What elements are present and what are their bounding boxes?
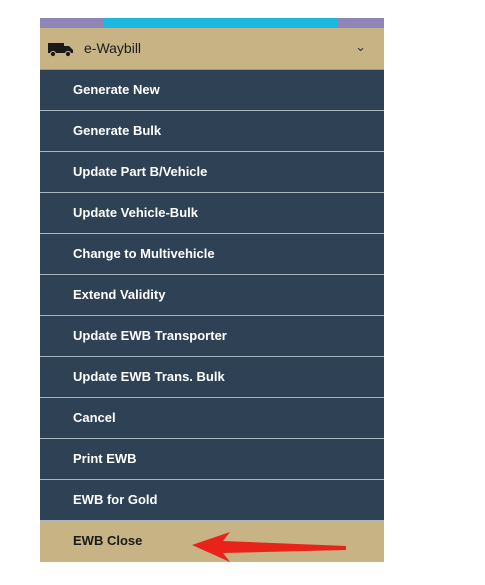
menu-item-label: Change to Multivehicle: [73, 246, 215, 261]
menu-item-label: EWB for Gold: [73, 492, 158, 507]
menu-item-extend-validity[interactable]: Extend Validity: [40, 275, 384, 316]
menu-item-label: Extend Validity: [73, 287, 166, 302]
menu-item-cancel[interactable]: Cancel: [40, 398, 384, 439]
ewaybill-menu: e-Waybill ⌄ Generate New Generate Bulk U…: [40, 28, 384, 562]
menu-item-label: Generate Bulk: [73, 123, 162, 138]
menu-item-label: Print EWB: [73, 451, 137, 466]
truck-icon: [48, 43, 73, 57]
menu-item-change-to-multivehicle[interactable]: Change to Multivehicle: [40, 234, 384, 275]
strip-segment-purple: [40, 18, 104, 28]
menu-item-label: Update Part B/Vehicle: [73, 164, 208, 179]
strip-segment-purple-right: [338, 18, 384, 28]
menu-item-label: Update EWB Trans. Bulk: [73, 369, 225, 384]
menu-item-generate-new[interactable]: Generate New: [40, 70, 384, 111]
top-color-strip: [40, 18, 384, 28]
menu-item-update-ewb-transporter[interactable]: Update EWB Transporter: [40, 316, 384, 357]
strip-segment-cyan: [104, 18, 338, 28]
menu-item-print-ewb[interactable]: Print EWB: [40, 439, 384, 480]
menu-item-label: Update EWB Transporter: [73, 328, 227, 343]
menu-item-label: Cancel: [73, 410, 116, 425]
menu-item-label: EWB Close: [73, 533, 143, 548]
menu-item-label: Update Vehicle-Bulk: [73, 205, 198, 220]
menu-item-update-part-b-vehicle[interactable]: Update Part B/Vehicle: [40, 152, 384, 193]
menu-title: e-Waybill: [84, 40, 142, 56]
menu-item-ewb-for-gold[interactable]: EWB for Gold: [40, 480, 384, 521]
chevron-down-icon[interactable]: ⌄: [355, 39, 366, 55]
red-arrow-icon: [192, 532, 346, 562]
menu-item-generate-bulk[interactable]: Generate Bulk: [40, 111, 384, 152]
menu-item-label: Generate New: [73, 82, 160, 97]
menu-header[interactable]: e-Waybill ⌄: [40, 28, 384, 70]
menu-item-update-vehicle-bulk[interactable]: Update Vehicle-Bulk: [40, 193, 384, 234]
menu-item-update-ewb-trans-bulk[interactable]: Update EWB Trans. Bulk: [40, 357, 384, 398]
